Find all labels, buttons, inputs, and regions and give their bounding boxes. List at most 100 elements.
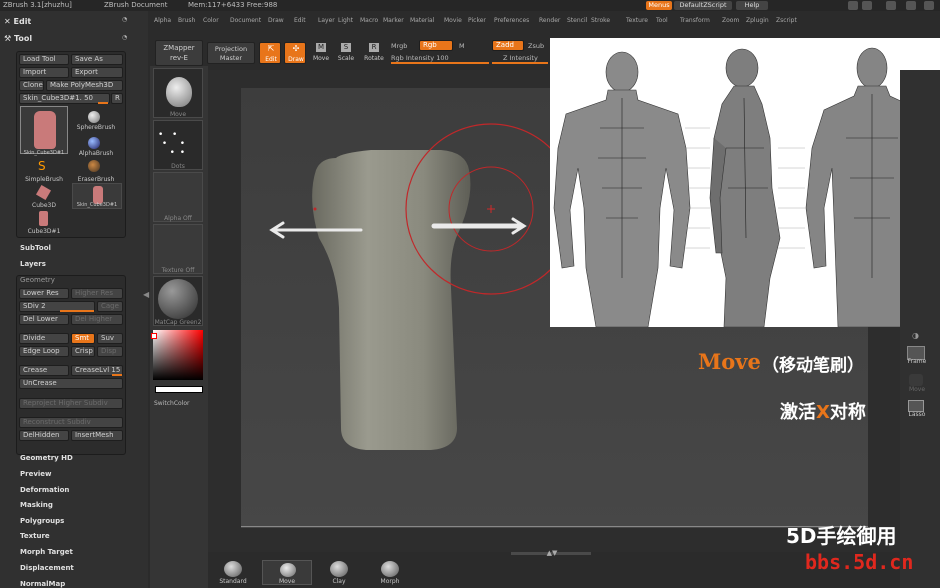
- close-icon[interactable]: [924, 1, 934, 10]
- rgb-toggle[interactable]: Rgb: [419, 40, 453, 51]
- cage-button[interactable]: Cage: [97, 301, 123, 312]
- shelf-expand-icon[interactable]: ▲▼: [544, 549, 560, 557]
- section-texture[interactable]: Texture: [20, 532, 50, 540]
- smt-toggle[interactable]: Smt: [71, 333, 95, 344]
- maximize-icon[interactable]: [906, 1, 916, 10]
- delhidden-button[interactable]: DelHidden: [19, 430, 69, 441]
- divide-button[interactable]: Divide: [19, 333, 69, 344]
- subtool-section[interactable]: SubTool: [20, 244, 51, 252]
- menu-picker[interactable]: Picker: [468, 17, 486, 24]
- morph-brush-icon[interactable]: [381, 561, 399, 577]
- skin-slider[interactable]: Skin_Cube3D#1. 50: [19, 93, 110, 104]
- move-view-icon[interactable]: [909, 374, 923, 386]
- suv-toggle[interactable]: Suv: [97, 333, 123, 344]
- menu-macro[interactable]: Macro: [360, 17, 378, 24]
- m-toggle[interactable]: M: [459, 42, 465, 50]
- menu-alpha[interactable]: Alpha: [154, 17, 171, 24]
- menu-edit[interactable]: Edit: [294, 17, 306, 24]
- menu-draw[interactable]: Draw: [268, 17, 284, 24]
- move-mode-button[interactable]: M Move: [310, 42, 332, 64]
- texture-off-thumb[interactable]: Texture Off: [153, 224, 203, 274]
- secondary-color-swatch[interactable]: [155, 386, 203, 393]
- projection-master-button[interactable]: Projection Master: [207, 42, 255, 64]
- load-tool-button[interactable]: Load Tool: [19, 54, 69, 65]
- switch-color-button[interactable]: SwitchColor: [154, 400, 190, 407]
- matcap-thumb[interactable]: MatCap Green2: [153, 276, 203, 326]
- scale-mode-button[interactable]: S Scale: [335, 42, 357, 64]
- menu-render[interactable]: Render: [539, 17, 560, 24]
- move-brush-slot[interactable]: Move: [262, 560, 312, 585]
- section-normalmap[interactable]: NormalMap: [20, 580, 65, 588]
- crease-button[interactable]: Crease: [19, 365, 69, 376]
- tray-collapse-icon[interactable]: ◀: [143, 290, 151, 306]
- menu-tool[interactable]: Tool: [656, 17, 668, 24]
- reconstruct-button[interactable]: Reconstruct Subdiv: [19, 417, 123, 428]
- r-button[interactable]: R: [111, 93, 123, 104]
- crisp-toggle[interactable]: Crisp: [71, 346, 95, 357]
- edit-pin-icon[interactable]: ◔: [122, 16, 127, 23]
- default-zscript-button[interactable]: DefaultZScript: [674, 1, 732, 10]
- edit-header[interactable]: ✕ Edit: [4, 17, 31, 26]
- menu-stencil[interactable]: Stencil: [567, 17, 587, 24]
- zadd-toggle[interactable]: Zadd: [492, 40, 524, 51]
- menu-zoom[interactable]: Zoom: [722, 17, 739, 24]
- eraser-brush-icon[interactable]: [88, 160, 100, 172]
- alpha-off-thumb[interactable]: Alpha Off: [153, 172, 203, 222]
- layout2-icon[interactable]: [862, 1, 872, 10]
- import-button[interactable]: Import: [19, 67, 69, 78]
- menu-movie[interactable]: Movie: [444, 17, 462, 24]
- layout-icon[interactable]: [848, 1, 858, 10]
- section-preview[interactable]: Preview: [20, 470, 52, 478]
- menu-transform[interactable]: Transform: [680, 17, 710, 24]
- menu-preferences[interactable]: Preferences: [494, 17, 529, 24]
- color-picker[interactable]: [153, 330, 203, 380]
- make-polymesh-button[interactable]: Make PolyMesh3D: [46, 80, 123, 91]
- menu-document[interactable]: Document: [230, 17, 261, 24]
- menu-stroke[interactable]: Stroke: [591, 17, 610, 24]
- rotate-mode-button[interactable]: R Rotate: [362, 42, 386, 64]
- clay-brush-icon[interactable]: [330, 561, 348, 577]
- menus-button[interactable]: Menus: [646, 1, 672, 10]
- edit-mode-button[interactable]: ⇱ Edit: [259, 42, 281, 64]
- simple-brush-icon[interactable]: S: [38, 160, 50, 172]
- stroke-dots-thumb[interactable]: • • • • • • Dots: [153, 120, 203, 170]
- section-geometry-hd[interactable]: Geometry HD: [20, 454, 73, 462]
- minimize-icon[interactable]: [886, 1, 896, 10]
- menu-brush[interactable]: Brush: [178, 17, 195, 24]
- disp-slider[interactable]: Disp: [97, 346, 123, 357]
- section-morph-target[interactable]: Morph Target: [20, 548, 73, 556]
- menu-zplugin[interactable]: Zplugin: [746, 17, 769, 24]
- standard-brush-icon[interactable]: [224, 561, 242, 577]
- current-tool-thumb[interactable]: [20, 106, 68, 154]
- uncrease-button[interactable]: UnCrease: [19, 378, 123, 389]
- reproject-button[interactable]: Reproject Higher Subdiv: [19, 398, 123, 409]
- menu-zscript[interactable]: Zscript: [776, 17, 797, 24]
- export-button[interactable]: Export: [71, 67, 123, 78]
- z-intensity-slider[interactable]: Z Intensity: [503, 54, 538, 62]
- tool-pin-icon[interactable]: ◔: [122, 34, 127, 41]
- section-deformation[interactable]: Deformation: [20, 486, 69, 494]
- menu-light[interactable]: Light: [338, 17, 353, 24]
- section-polygroups[interactable]: Polygroups: [20, 517, 64, 525]
- tool-header[interactable]: ⚒ Tool: [4, 34, 32, 43]
- layers-section[interactable]: Layers: [20, 260, 46, 268]
- save-as-button[interactable]: Save As: [71, 54, 123, 65]
- clone-button[interactable]: Clone: [19, 80, 44, 91]
- menu-color[interactable]: Color: [203, 17, 219, 24]
- insertmesh-button[interactable]: InsertMesh: [71, 430, 123, 441]
- menu-texture[interactable]: Texture: [626, 17, 648, 24]
- zsub-toggle[interactable]: Zsub: [528, 42, 544, 50]
- lower-res-button[interactable]: Lower Res: [19, 288, 69, 299]
- move-brush-thumb[interactable]: Move: [153, 68, 203, 118]
- section-displacement[interactable]: Displacement: [20, 564, 74, 572]
- help-button[interactable]: Help: [736, 1, 768, 10]
- rotate-view-icon[interactable]: ◑: [912, 331, 922, 341]
- menu-material[interactable]: Material: [410, 17, 434, 24]
- zmapper-button[interactable]: ZMapper rev-E: [155, 40, 203, 66]
- del-lower-button[interactable]: Del Lower: [19, 314, 69, 325]
- rgb-intensity-slider[interactable]: Rgb Intensity 100: [391, 54, 449, 62]
- menu-marker[interactable]: Marker: [383, 17, 404, 24]
- cube3d1-icon[interactable]: [39, 211, 48, 226]
- section-masking[interactable]: Masking: [20, 501, 53, 509]
- edge-loop-button[interactable]: Edge Loop: [19, 346, 69, 357]
